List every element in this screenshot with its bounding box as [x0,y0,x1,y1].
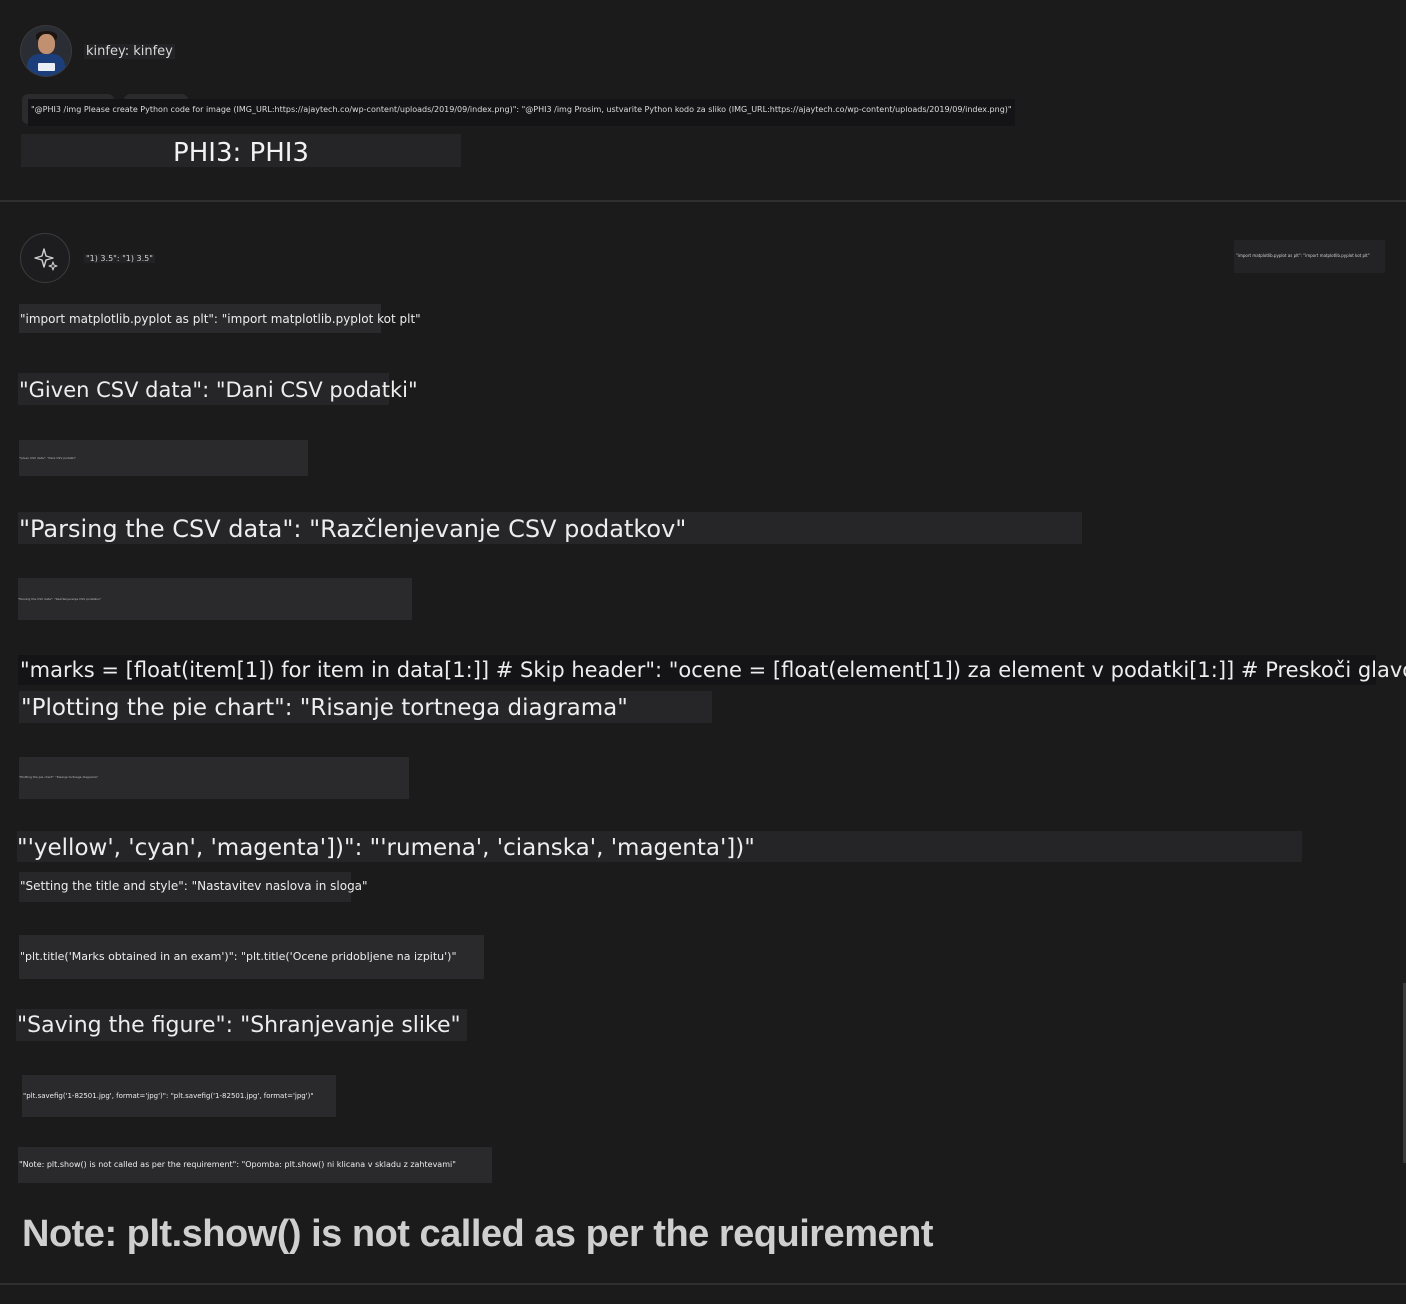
user-avatar[interactable] [21,26,71,76]
response-line-plt-title: "plt.title('Marks obtained in an exam')"… [19,935,484,979]
response-line-plotting: "Plotting the pie chart": "Risanje tortn… [19,691,712,723]
response-line-parse-code: "Parsing the CSV data": "Razčlenjevanje … [18,578,412,620]
response-note-heading: Note: plt.show() is not called as per th… [22,1213,933,1255]
assistant-name: PHI3: PHI3 [173,138,309,168]
user-prompt-text: "@PHI3 /img Please create Python code fo… [28,99,1015,126]
response-line-given-csv: "Given CSV data": "Dani CSV podatki" [18,373,418,405]
response-line-colors: "'yellow', 'cyan', 'magenta'])": "'rumen… [17,831,1302,862]
response-line-parsing: "Parsing the CSV data": "Razčlenjevanje … [18,512,1082,544]
chat-panel: kinfey: kinfey "@PHI3 /img Please create… [0,0,1406,1304]
response-line-pie-code: "Plotting the pie chart": "Risanje tortn… [19,757,409,799]
message-divider [0,1283,1406,1285]
sparkle-icon [20,233,70,283]
response-line-note-small: "Note: plt.show() is not called as per t… [18,1147,492,1183]
response-line-import: "import matplotlib.pyplot as plt": "impo… [19,304,421,333]
response-line-savefig: "plt.savefig('1-82501.jpg', format='jpg'… [22,1075,336,1117]
response-line-setting-title: "Setting the title and style": "Nastavit… [19,872,368,902]
user-name: kinfey: kinfey [84,44,175,59]
message-divider [0,200,1406,202]
response-line-csv-data: "Given CSV data": "Dani CSV podatki" [19,440,308,476]
response-line-saving: "Saving the figure": "Shranjevanje slike… [16,1009,467,1041]
response-header-snippet: "import matplotlib.pyplot as plt": "impo… [1234,240,1385,273]
assistant-version: "1) 3.5": "1) 3.5" [84,254,155,263]
response-line-marks: "marks = [float(item[1]) for item in dat… [18,655,1406,685]
assistant-label: PHI3: PHI3 [21,134,461,168]
